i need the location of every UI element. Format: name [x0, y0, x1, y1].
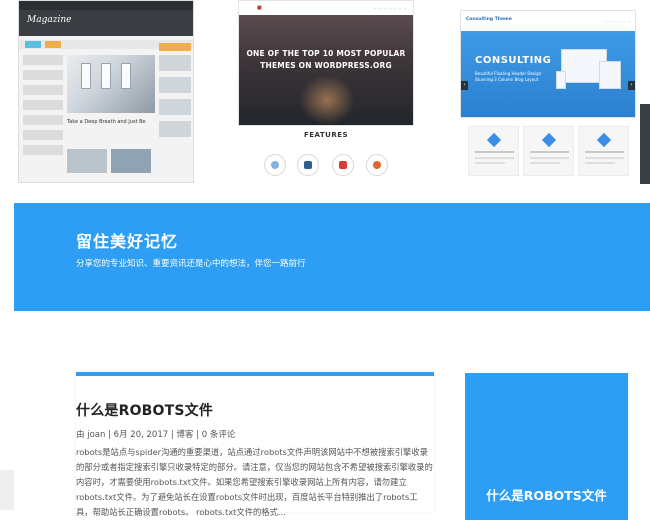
post-title-link[interactable]: 什么是ROBOTS文件 [76, 400, 213, 420]
logo: ■ [257, 5, 262, 11]
hero-subtitle: Beautiful Floating Header Design Stunnin… [475, 71, 553, 83]
sidebar-widget[interactable]: 什么是ROBOTS文件 [465, 373, 628, 520]
list-item [23, 85, 63, 95]
topbar [19, 1, 193, 10]
right-column [159, 43, 191, 182]
list-item [23, 55, 63, 65]
widget-image [159, 99, 191, 115]
menu: — — — — — — — [373, 6, 407, 10]
hero-image [67, 55, 155, 113]
hero-title: CONSULTING [475, 55, 552, 66]
meta-by: 由 [76, 430, 85, 440]
author-link[interactable]: joan [87, 430, 105, 440]
magazine-logo: Magazine [27, 15, 72, 25]
header: Consulting Theme — — — — — — [461, 11, 635, 31]
widget-header [159, 43, 191, 51]
nav-tab [25, 41, 41, 48]
list-item [23, 145, 63, 155]
window-shape [81, 63, 91, 89]
hero-image: ONE OF THE TOP 10 MOST POPULAR THEMES ON… [239, 15, 413, 125]
logo: Consulting Theme [466, 17, 512, 22]
list-item [23, 130, 63, 140]
red-app-icon [332, 154, 354, 176]
post-meta: 由 joan | 6月 20, 2017 | 博客 | 0 条评论 [76, 428, 235, 440]
hero-headline: ONE OF THE TOP 10 MOST POPULAR THEMES ON… [239, 48, 413, 72]
post-date: 6月 20, 2017 [113, 430, 169, 440]
window-shape [101, 63, 111, 89]
post-excerpt: robots是站点与spider沟通的重要渠道，站点通过robots文件声明该网… [76, 447, 433, 517]
arrows-icon [264, 154, 286, 176]
hero-subtitle-line: Stunning 3 Column Blog Layout [475, 77, 539, 82]
fire-icon [366, 154, 388, 176]
theme-screenshot-consulting[interactable]: Consulting Theme — — — — — — CONSULTING … [460, 10, 636, 118]
chevron-right-icon[interactable]: › [628, 81, 635, 90]
meta-separator: | [193, 430, 202, 440]
street-glow [299, 75, 355, 125]
banner-subtitle: 分享您的专业知识、重要资讯还是心中的想法，伴您一路前行 [76, 259, 306, 269]
menu: — — — — — — [603, 19, 631, 23]
window-shape [121, 63, 131, 89]
phone-mockup [556, 71, 566, 89]
sidebar-list [23, 55, 63, 181]
diamond-icon [541, 132, 557, 148]
diamond-icon [486, 132, 502, 148]
hero-banner: CONSULTING Beautiful Floating Header Des… [461, 31, 635, 117]
page: Magazine Take a Deep Breath and Just Be [0, 0, 650, 520]
theme-screenshot-wordpress[interactable]: ■ — — — — — — — ONE OF THE TOP 10 MOST P… [238, 0, 414, 126]
header: ■ — — — — — — — [239, 1, 413, 15]
hero-banner: 留住美好记忆 分享您的专业知识、重要资讯还是心中的想法，伴您一路前行 [14, 203, 650, 311]
thumbnail [67, 149, 107, 173]
list-item [23, 115, 63, 125]
blog-post-card: 什么是ROBOTS文件 由 joan | 6月 20, 2017 | 博客 | … [76, 372, 434, 517]
hero-headline-line: ONE OF THE TOP 10 MOST POPULAR [246, 49, 406, 58]
category-link[interactable]: 博客 [176, 430, 193, 440]
list-item [23, 100, 63, 110]
nav-tab [45, 41, 61, 48]
thumbnail [111, 149, 151, 173]
banner-title: 留住美好记忆 [76, 232, 179, 251]
widget-title[interactable]: 什么是ROBOTS文件 [465, 485, 628, 504]
feature-card [468, 126, 519, 176]
hero-headline-line: THEMES ON WORDPRESS.ORG [260, 61, 392, 70]
side-tab [0, 470, 14, 510]
diamond-icon [596, 132, 612, 148]
feature-card [578, 126, 629, 176]
chevron-left-icon[interactable]: ‹ [461, 81, 468, 90]
features-heading: FEATURES [303, 131, 349, 139]
post-title: Take a Deep Breath and Just Be [67, 119, 146, 125]
screen-icon [297, 154, 319, 176]
tablet-mockup [599, 61, 621, 89]
widget-image [159, 55, 191, 71]
theme-screenshot-magazine[interactable]: Magazine Take a Deep Breath and Just Be [18, 0, 194, 183]
list-item [23, 70, 63, 80]
widget-image [159, 121, 191, 137]
widget-image [159, 77, 191, 93]
feature-card [523, 126, 574, 176]
comments-link[interactable]: 0 条评论 [202, 430, 236, 440]
scroll-edge [640, 104, 650, 184]
meta-separator: | [105, 430, 114, 440]
theme-showcase: Magazine Take a Deep Breath and Just Be [0, 0, 650, 200]
